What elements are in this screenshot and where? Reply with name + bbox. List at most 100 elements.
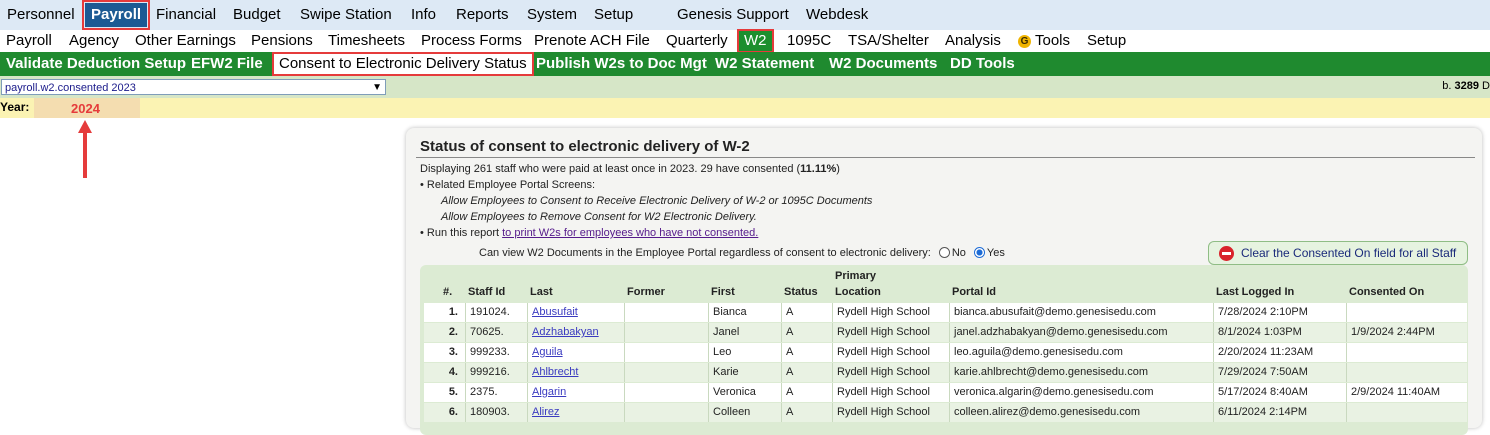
summary-suffix: ) [836, 163, 840, 175]
nav-financial[interactable]: Financial [156, 3, 216, 27]
former-name [624, 323, 708, 342]
staff-id: 999216. [465, 363, 527, 382]
summary-line: Displaying 261 staff who were paid at le… [420, 163, 840, 175]
last-name-link[interactable]: Ahlbrecht [532, 366, 578, 378]
last-name-link[interactable]: Alirez [532, 406, 560, 418]
primary-location: Rydell High School [832, 343, 949, 362]
status: A [781, 343, 832, 362]
clear-consented-button[interactable]: Clear the Consented On field for all Sta… [1208, 241, 1468, 265]
status: A [781, 323, 832, 342]
clear-consented-label: Clear the Consented On field for all Sta… [1241, 246, 1457, 260]
row-number: 3. [448, 346, 458, 358]
last-name-link[interactable]: Algarin [532, 386, 566, 398]
col-header-num: #. [443, 286, 453, 298]
tab-dd-tools[interactable]: DD Tools [950, 54, 1015, 74]
subnav-process-forms[interactable]: Process Forms [421, 31, 522, 51]
tab-efw2-file[interactable]: EFW2 File [191, 54, 263, 74]
nav-personnel[interactable]: Personnel [7, 3, 75, 27]
print-w2s-link[interactable]: to print W2s for employees who have not … [502, 227, 758, 239]
build-prefix: b. [1442, 80, 1452, 92]
portal-id: leo.aguila@demo.genesisedu.com [949, 343, 1213, 362]
subnav-tools-label: Tools [1035, 32, 1071, 49]
nav-system[interactable]: System [527, 3, 577, 27]
subnav-other-earnings[interactable]: Other Earnings [135, 31, 236, 51]
col-header-consented-on: Consented On [1349, 286, 1425, 298]
subnav-1095c[interactable]: 1095C [787, 31, 831, 51]
subnav-prenote-ach-file[interactable]: Prenote ACH File [534, 31, 650, 51]
radio-yes-label: Yes [986, 247, 1005, 259]
nav-info[interactable]: Info [411, 3, 436, 27]
portal-id: janel.adzhabakyan@demo.genesisedu.com [949, 323, 1213, 342]
subnav-w2[interactable]: W2 [737, 29, 774, 53]
last-logged-in: 7/28/2024 2:10PM [1213, 303, 1346, 322]
subnav-analysis[interactable]: Analysis [945, 31, 1001, 51]
staff-id: 70625. [465, 323, 527, 342]
last-name-cell: Abusufait [527, 303, 624, 322]
subnav-pensions[interactable]: Pensions [251, 31, 313, 51]
last-logged-in: 5/17/2024 8:40AM [1213, 383, 1346, 402]
related-screens-label: • Related Employee Portal Screens: [420, 179, 596, 191]
last-name-cell: Algarin [527, 383, 624, 402]
primary-location: Rydell High School [832, 403, 949, 422]
portal-id: karie.ahlbrecht@demo.genesisedu.com [949, 363, 1213, 382]
last-name-cell: Alirez [527, 403, 624, 422]
nav-swipe-station[interactable]: Swipe Station [300, 3, 392, 27]
first-name: Veronica [708, 383, 781, 402]
table-row: 5. 2375. Algarin Veronica A Rydell High … [424, 383, 1467, 402]
chevron-down-icon: ▼ [372, 82, 382, 93]
former-name [624, 403, 708, 422]
subnav-tools[interactable]: G Tools [1018, 31, 1070, 51]
nav-reports[interactable]: Reports [456, 3, 509, 27]
nav-webdesk[interactable]: Webdesk [806, 3, 868, 27]
portal-id: bianca.abusufait@demo.genesisedu.com [949, 303, 1213, 322]
col-header-last: Last [530, 286, 553, 298]
table-row: 4. 999216. Ahlbrecht Karie A Rydell High… [424, 363, 1467, 382]
nav-genesis-support[interactable]: Genesis Support [677, 3, 789, 27]
consented-on [1346, 363, 1467, 382]
last-logged-in: 8/1/2024 1:03PM [1213, 323, 1346, 342]
last-name-link[interactable]: Aguila [532, 346, 563, 358]
col-header-staff-id: Staff Id [468, 286, 506, 298]
tab-consent-electronic-delivery[interactable]: Consent to Electronic Delivery Status [272, 52, 534, 76]
subnav-payroll[interactable]: Payroll [6, 31, 52, 51]
nav-budget[interactable]: Budget [233, 3, 281, 27]
former-name [624, 363, 708, 382]
annotation-arrow-icon [78, 120, 92, 178]
primary-location: Rydell High School [832, 363, 949, 382]
col-header-location: Location [835, 286, 881, 298]
table-row: 6. 180903. Alirez Colleen A Rydell High … [424, 403, 1467, 422]
subnav-tsa-shelter[interactable]: TSA/Shelter [848, 31, 929, 51]
report-select[interactable]: payroll.w2.consented 2023 ▼ [1, 79, 386, 95]
staff-table: #. Staff Id Last Former First Status Pri… [420, 265, 1468, 435]
row-number: 1. [448, 306, 458, 318]
report-select-value: payroll.w2.consented 2023 [5, 82, 136, 94]
tab-w2-documents[interactable]: W2 Documents [829, 54, 937, 74]
tab-validate-deduction-setup[interactable]: Validate Deduction Setup [6, 54, 186, 74]
tab-publish-w2s[interactable]: Publish W2s to Doc Mgt [536, 54, 707, 74]
consented-on [1346, 403, 1467, 422]
subnav-setup[interactable]: Setup [1087, 31, 1126, 51]
subnav-timesheets[interactable]: Timesheets [328, 31, 405, 51]
radio-no[interactable] [938, 247, 950, 258]
w2-tabbar: Validate Deduction Setup EFW2 File Conse… [0, 52, 1490, 76]
radio-no-label: No [951, 247, 966, 259]
col-header-first: First [711, 286, 735, 298]
last-name-link[interactable]: Abusufait [532, 306, 578, 318]
table-row: 3. 999233. Aguila Leo A Rydell High Scho… [424, 343, 1467, 362]
radio-yes[interactable] [973, 247, 985, 258]
consented-on [1346, 343, 1467, 362]
portal-id: colleen.alirez@demo.genesisedu.com [949, 403, 1213, 422]
nav-setup[interactable]: Setup [594, 3, 633, 27]
last-name-link[interactable]: Adzhabakyan [532, 326, 599, 338]
nav-payroll[interactable]: Payroll [81, 0, 151, 30]
staff-id: 999233. [465, 343, 527, 362]
run-report-line: • Run this report to print W2s for emplo… [420, 227, 758, 239]
tab-w2-statement[interactable]: W2 Statement [715, 54, 814, 74]
first-name: Colleen [708, 403, 781, 422]
subnav-agency[interactable]: Agency [69, 31, 119, 51]
view-w2-option-row: Can view W2 Documents in the Employee Po… [479, 247, 1005, 259]
summary-prefix: Displaying 261 staff who were paid at le… [420, 163, 801, 175]
last-logged-in: 6/11/2024 2:14PM [1213, 403, 1346, 422]
subnav-quarterly[interactable]: Quarterly [666, 31, 728, 51]
year-value[interactable]: 2024 [34, 98, 140, 118]
